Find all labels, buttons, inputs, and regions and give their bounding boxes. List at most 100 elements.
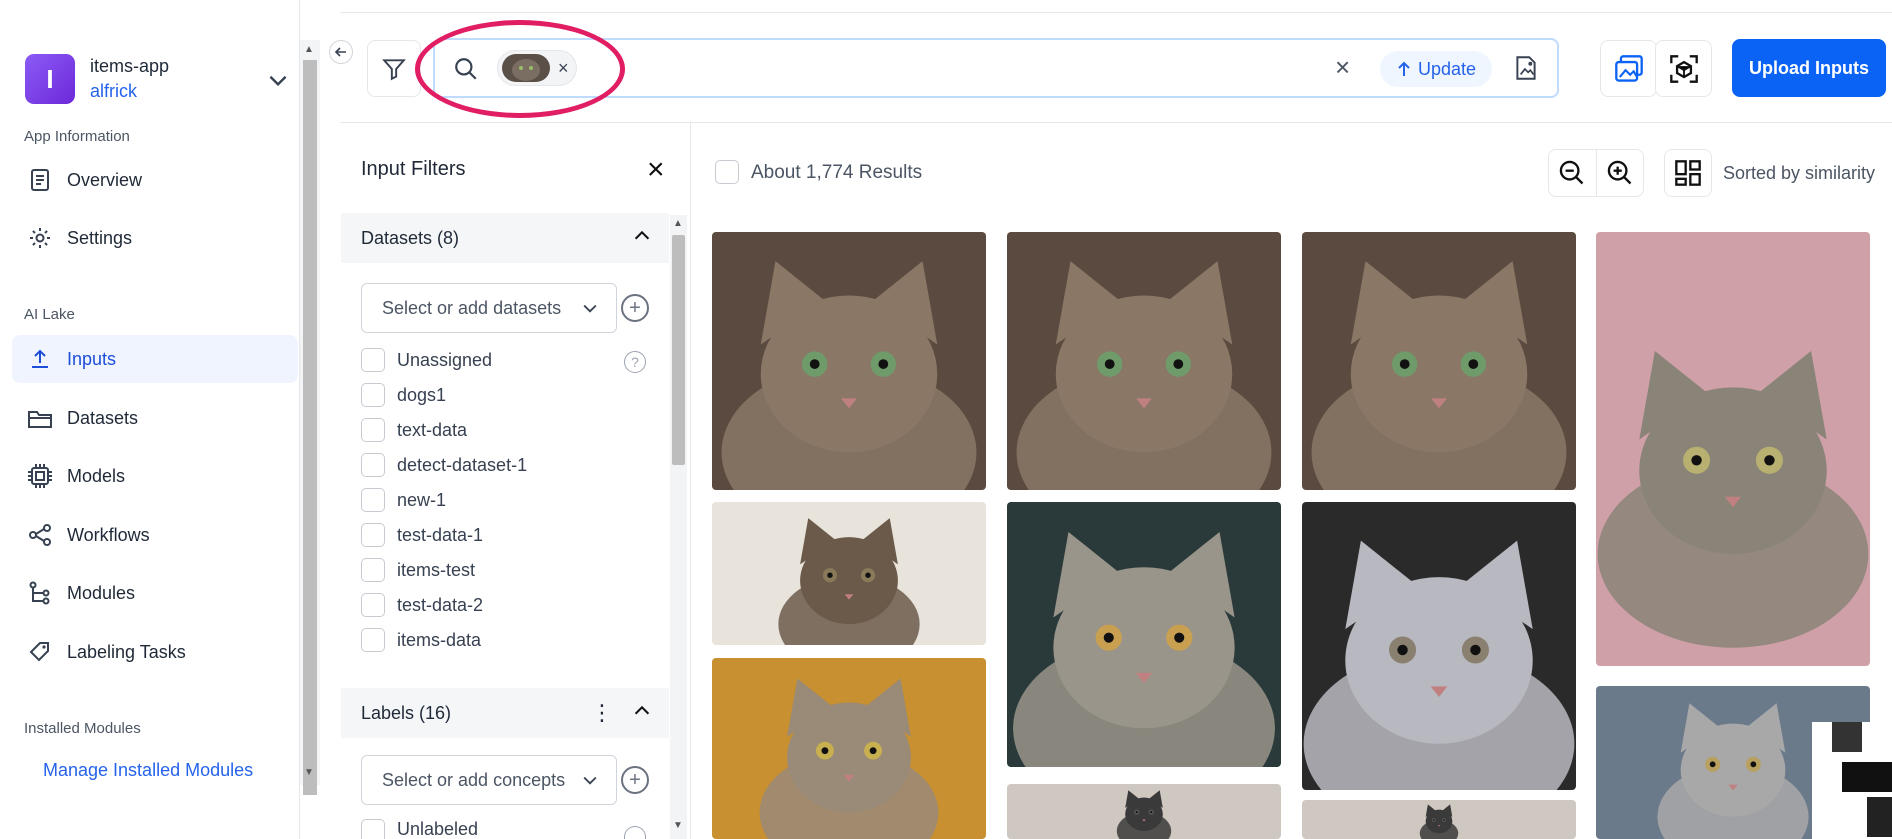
- checkbox[interactable]: [361, 628, 385, 652]
- filters-scrollbar[interactable]: ▲ ▼: [670, 215, 687, 839]
- image-search-icon[interactable]: [1513, 54, 1539, 82]
- top-divider: [340, 12, 1892, 13]
- grid-view-button[interactable]: [1664, 149, 1712, 197]
- checkbox[interactable]: [361, 348, 385, 372]
- close-icon[interactable]: ×: [647, 153, 665, 187]
- app-avatar: I: [25, 54, 75, 104]
- chevron-down-icon: [583, 776, 597, 785]
- app-name: items-app: [90, 56, 170, 76]
- select-all-checkbox[interactable]: [715, 160, 739, 184]
- sidebar-item-overview[interactable]: Overview: [12, 156, 298, 204]
- image-thumbnail[interactable]: [1007, 502, 1281, 767]
- image-thumbnail[interactable]: [1302, 502, 1576, 790]
- add-concept-icon[interactable]: +: [621, 766, 649, 794]
- checkbox[interactable]: [361, 523, 385, 547]
- image-thumbnail[interactable]: [1007, 232, 1281, 490]
- checkbox[interactable]: [361, 453, 385, 477]
- image-thumbnail[interactable]: [712, 502, 986, 645]
- results-count: About 1,774 Results: [751, 162, 923, 183]
- dataset-option-label: text-data: [397, 419, 468, 440]
- image-thumbnail[interactable]: [1302, 800, 1576, 839]
- sidebar: I items-app alfrick App Information Over…: [0, 0, 300, 839]
- labels-section-header[interactable]: Labels (16) ⋮: [341, 688, 669, 738]
- app-root: I items-app alfrick App Information Over…: [0, 0, 1892, 839]
- filter-button[interactable]: [367, 40, 421, 97]
- sidebar-item-settings[interactable]: Settings: [12, 214, 298, 262]
- scrollbar-thumb[interactable]: [303, 60, 317, 795]
- scroll-down-arrow-icon[interactable]: ▼: [673, 820, 683, 831]
- concepts-select[interactable]: Select or add concepts: [361, 755, 617, 805]
- sidebar-item-label: Labeling Tasks: [67, 641, 186, 662]
- chevron-down-icon[interactable]: [265, 67, 291, 93]
- sidebar-item-labeling-tasks[interactable]: Labeling Tasks: [12, 628, 298, 676]
- folder-icon: [27, 405, 53, 431]
- zoom-controls: [1548, 149, 1644, 197]
- upload-inputs-button[interactable]: Upload Inputs: [1732, 39, 1886, 97]
- zoom-in-button[interactable]: [1595, 150, 1643, 196]
- zoom-out-icon: [1560, 160, 1584, 185]
- dataset-option-row[interactable]: dogs1: [361, 380, 446, 410]
- sidebar-item-label: Modules: [67, 582, 136, 603]
- sidebar-item-inputs[interactable]: Inputs: [12, 335, 298, 383]
- grid-layout-icon: [1675, 160, 1701, 186]
- dataset-option-label: detect-dataset-1: [397, 454, 528, 475]
- datasets-section-header[interactable]: Datasets (8): [341, 213, 669, 263]
- dataset-option-row[interactable]: items-data: [361, 625, 481, 655]
- scrollbar-thumb[interactable]: [672, 235, 685, 465]
- dataset-option-row[interactable]: test-data-2: [361, 590, 483, 620]
- label-option-row[interactable]: Unlabeled: [361, 819, 478, 839]
- dataset-option-row[interactable]: new-1: [361, 485, 446, 515]
- scroll-up-arrow-icon[interactable]: ▲: [673, 218, 683, 229]
- sort-label[interactable]: Sorted by similarity: [1723, 163, 1875, 184]
- sidebar-item-workflows[interactable]: Workflows: [12, 511, 298, 559]
- tree-icon: [27, 580, 53, 606]
- checkbox[interactable]: [361, 819, 385, 839]
- gear-icon: [27, 225, 53, 251]
- image-thumbnail[interactable]: [1302, 232, 1576, 490]
- document-icon: [27, 167, 53, 193]
- checkbox[interactable]: [361, 418, 385, 442]
- update-button[interactable]: Update: [1380, 51, 1492, 87]
- chevron-up-icon[interactable]: [631, 225, 653, 247]
- dataset-option-label: test-data-1: [397, 524, 484, 545]
- manage-installed-modules-link[interactable]: Manage Installed Modules: [43, 760, 253, 781]
- sidebar-item-label: Overview: [67, 169, 143, 190]
- concepts-placeholder: Select or add concepts: [382, 769, 566, 790]
- clear-search-icon[interactable]: ×: [1335, 52, 1350, 83]
- more-options-icon[interactable]: ⋮: [591, 700, 613, 726]
- image-thumbnail[interactable]: [1007, 784, 1281, 839]
- image-gallery-button[interactable]: [1600, 40, 1657, 97]
- collapse-sidebar-button[interactable]: [329, 40, 353, 64]
- app-user[interactable]: alfrick: [90, 81, 169, 102]
- image-thumbnail[interactable]: [712, 232, 986, 490]
- datasets-select[interactable]: Select or add datasets: [361, 283, 617, 333]
- dataset-option-row[interactable]: Unassigned: [361, 345, 492, 375]
- scroll-up-arrow-icon[interactable]: ▲: [304, 44, 314, 55]
- scroll-down-arrow-icon[interactable]: ▼: [304, 767, 314, 778]
- sidebar-item-datasets[interactable]: Datasets: [12, 394, 298, 442]
- checkbox[interactable]: [361, 383, 385, 407]
- corner-overlay: [1812, 722, 1892, 839]
- image-thumbnail[interactable]: [712, 658, 986, 839]
- sidebar-item-modules[interactable]: Modules: [12, 569, 298, 617]
- sidebar-item-label: Inputs: [67, 348, 117, 369]
- checkbox[interactable]: [361, 558, 385, 582]
- datasets-placeholder: Select or add datasets: [382, 297, 562, 318]
- app-switcher[interactable]: I items-app alfrick: [25, 53, 295, 105]
- object-detection-button[interactable]: [1655, 40, 1712, 97]
- sidebar-item-models[interactable]: Models: [12, 452, 298, 500]
- sidebar-scrollbar[interactable]: ▲ ▼: [300, 40, 320, 795]
- dataset-option-row[interactable]: detect-dataset-1: [361, 450, 527, 480]
- help-icon[interactable]: [624, 826, 646, 839]
- checkbox[interactable]: [361, 488, 385, 512]
- dataset-option-row[interactable]: test-data-1: [361, 520, 483, 550]
- image-thumbnail[interactable]: [1596, 232, 1870, 666]
- labels-header-label: Labels (16): [361, 702, 452, 723]
- add-dataset-icon[interactable]: +: [621, 294, 649, 322]
- checkbox[interactable]: [361, 593, 385, 617]
- dataset-option-row[interactable]: text-data: [361, 415, 467, 445]
- help-icon[interactable]: ?: [624, 351, 646, 373]
- dataset-option-row[interactable]: items-test: [361, 555, 475, 585]
- chevron-up-icon[interactable]: [631, 700, 653, 722]
- zoom-out-button[interactable]: [1549, 150, 1596, 196]
